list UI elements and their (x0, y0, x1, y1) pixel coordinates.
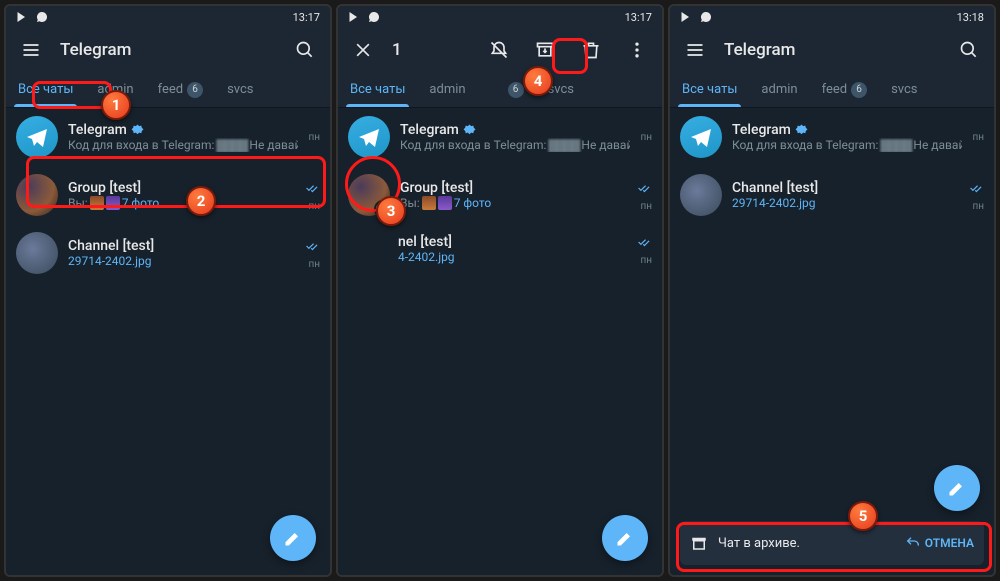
tab-feed[interactable]: 6 (478, 72, 536, 107)
close-selection-button[interactable] (346, 33, 380, 67)
snackbar-text: Чат в архиве. (718, 536, 895, 551)
pencil-icon (615, 528, 635, 548)
screen-3: 13:18 Telegram Все чаты admin feed6 svcs… (668, 4, 996, 577)
hamburger-icon (685, 40, 705, 60)
pencil-icon (283, 528, 303, 548)
delete-button[interactable] (574, 33, 608, 67)
mute-button[interactable] (482, 33, 516, 67)
folder-tabs: Все чаты admin 6 svcs (338, 72, 662, 108)
menu-button[interactable] (14, 33, 48, 67)
tab-feed[interactable]: feed6 (810, 72, 880, 107)
avatar-channel (16, 232, 58, 274)
status-bar: 13:17 (6, 6, 330, 28)
avatar-group (348, 174, 390, 216)
tab-admin[interactable]: admin (85, 72, 145, 107)
pencil-icon (947, 478, 967, 498)
tab-feed-badge: 6 (187, 82, 203, 98)
chat-channel-test[interactable]: Channel [test] 29714-2402.jpg пн (6, 224, 330, 282)
verified-icon (131, 124, 144, 137)
chat-telegram[interactable]: Telegram Код для входа в Telegram: ▓▓▓▓ … (670, 108, 994, 166)
new-message-fab[interactable] (934, 465, 980, 511)
tab-svcs[interactable]: svcs (215, 72, 265, 107)
search-icon (295, 40, 315, 60)
search-icon (959, 40, 979, 60)
tab-feed[interactable]: feed6 (146, 72, 216, 107)
play-store-icon (16, 11, 28, 23)
avatar-channel (680, 174, 722, 216)
more-button[interactable] (620, 33, 654, 67)
archive-button[interactable] (528, 33, 562, 67)
chat-list: Telegram Код для входа в Telegram: ▓▓▓▓ … (670, 108, 994, 575)
chat-channel-test[interactable]: Channel [test] 29714-2402.jpg пн (670, 166, 994, 224)
tab-all-chats[interactable]: Все чаты (6, 72, 85, 107)
chat-name: Channel [test] (68, 238, 154, 254)
whatsapp-icon (700, 11, 712, 23)
app-title: Telegram (724, 40, 940, 60)
chat-name: Group [test] (68, 180, 141, 196)
avatar-telegram (680, 116, 722, 158)
close-icon (353, 40, 373, 60)
search-button[interactable] (952, 33, 986, 67)
selected-tick-icon (374, 200, 392, 218)
trash-icon (581, 40, 601, 60)
screen-1: 13:17 Telegram Все чаты admin feed6 svcs… (4, 4, 332, 577)
avatar-telegram (16, 116, 58, 158)
mute-icon (489, 40, 509, 60)
archive-box-icon (690, 534, 708, 552)
whatsapp-icon (36, 11, 48, 23)
chat-group-test[interactable]: Group [test] Вы: 7 фото пн (6, 166, 330, 224)
status-time: 13:17 (625, 11, 652, 24)
app-bar: Telegram (6, 28, 330, 72)
tab-admin[interactable]: admin (417, 72, 477, 107)
undo-icon (905, 535, 921, 551)
selection-count: 1 (392, 40, 470, 60)
verified-icon (795, 124, 808, 137)
chat-telegram[interactable]: Telegram Код для входа в Telegram: ▓▓▓▓ … (6, 108, 330, 166)
download-icon (720, 11, 732, 23)
hamburger-icon (21, 40, 41, 60)
search-button[interactable] (288, 33, 322, 67)
verified-icon (463, 124, 476, 137)
chat-channel-test[interactable]: nel [test] 4-2402.jpg пн (338, 224, 662, 274)
folder-tabs: Все чаты admin feed6 svcs (670, 72, 994, 108)
chat-list: Telegram Код для входа в Telegram: ▓▓▓▓ … (338, 108, 662, 575)
archive-snackbar: Чат в архиве. ОТМЕНА (680, 521, 984, 565)
download-icon (388, 11, 400, 23)
app-title: Telegram (60, 40, 276, 60)
undo-button[interactable]: ОТМЕНА (905, 535, 974, 551)
read-check-icon (306, 178, 320, 197)
chat-time: пн (308, 132, 320, 143)
screen-2: 13:17 1 Все чаты admin 6 svcs Telegram К… (336, 4, 664, 577)
status-time: 13:17 (293, 11, 320, 24)
play-store-icon (680, 11, 692, 23)
tab-admin[interactable]: admin (749, 72, 809, 107)
read-check-icon (306, 236, 320, 255)
status-time: 13:18 (957, 11, 984, 24)
tab-svcs[interactable]: svcs (536, 72, 586, 107)
download-icon (56, 11, 68, 23)
tab-all-chats[interactable]: Все чаты (670, 72, 749, 107)
whatsapp-icon (368, 11, 380, 23)
chat-list: Telegram Код для входа в Telegram: ▓▓▓▓ … (6, 108, 330, 575)
new-message-fab[interactable] (602, 515, 648, 561)
avatar-group (16, 174, 58, 216)
more-vert-icon (627, 40, 647, 60)
thumbnail-icon (90, 196, 104, 210)
status-bar: 13:17 (338, 6, 662, 28)
chat-name: Telegram (68, 122, 127, 138)
tab-svcs[interactable]: svcs (879, 72, 929, 107)
selection-app-bar: 1 (338, 28, 662, 72)
app-bar: Telegram (670, 28, 994, 72)
new-message-fab[interactable] (270, 515, 316, 561)
play-store-icon (348, 11, 360, 23)
status-bar: 13:18 (670, 6, 994, 28)
chat-telegram[interactable]: Telegram Код для входа в Telegram: ▓▓▓▓ … (338, 108, 662, 166)
tab-all-chats[interactable]: Все чаты (338, 72, 417, 107)
thumbnail-icon (106, 196, 120, 210)
archive-icon (535, 40, 555, 60)
avatar-telegram (348, 116, 390, 158)
folder-tabs: Все чаты admin feed6 svcs (6, 72, 330, 108)
chat-group-test-selected[interactable]: Group [test] Вы: 7 фото пн (338, 166, 662, 224)
menu-button[interactable] (678, 33, 712, 67)
